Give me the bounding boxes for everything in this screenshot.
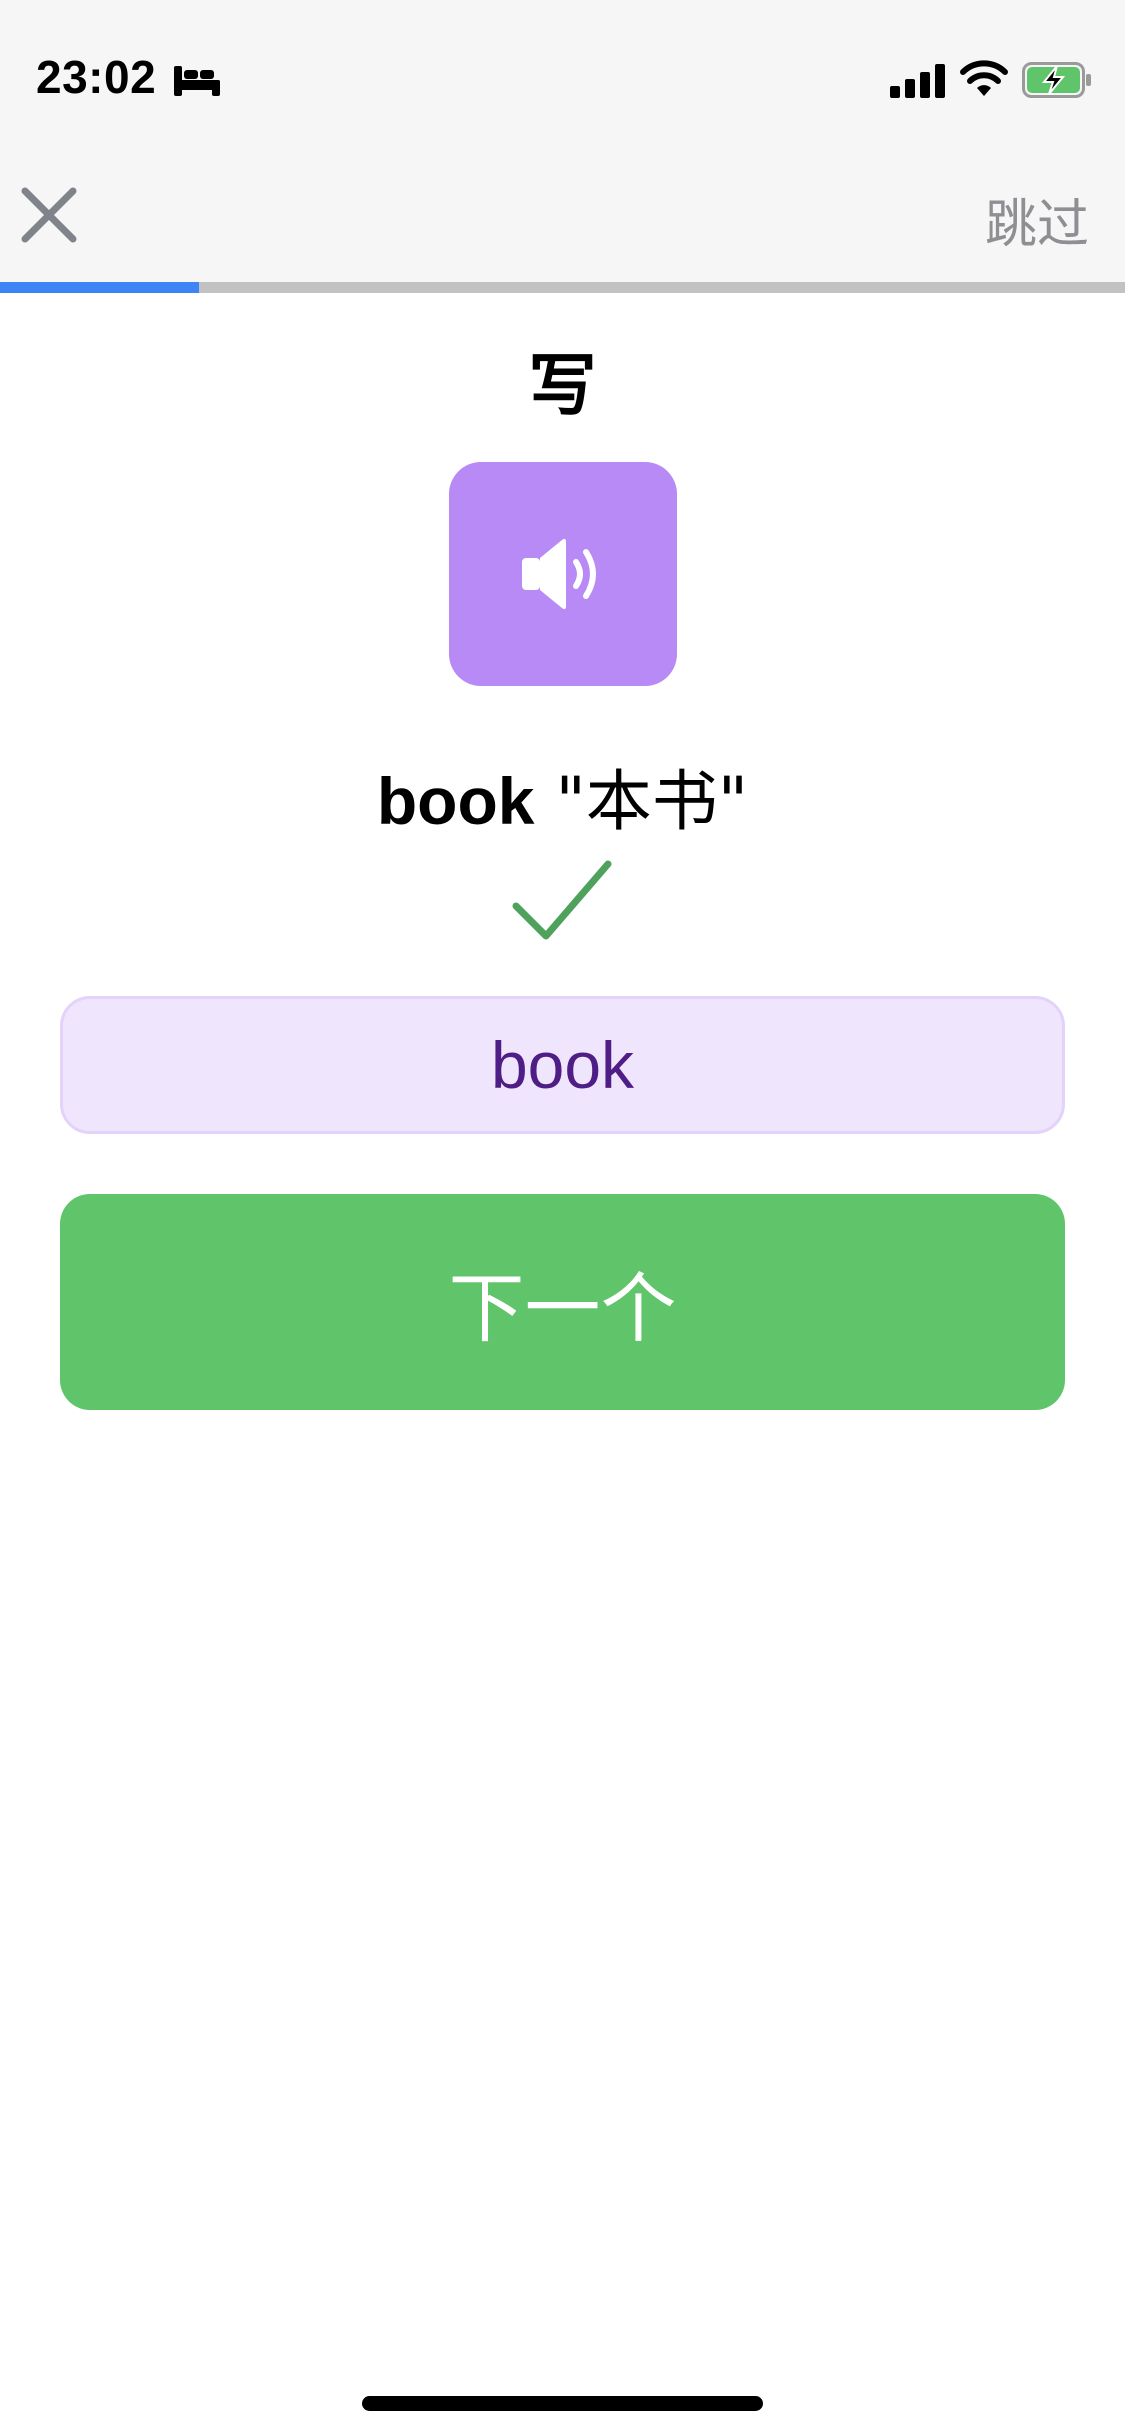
word-translation: "本书" [555,763,749,840]
bed-icon [174,66,220,96]
target-word: book [376,764,535,838]
next-button[interactable]: 下一个 [60,1194,1065,1410]
exercise-mode-title: 写 [528,347,597,426]
progress-bar [0,282,1125,293]
status-time: 23:02 [36,51,157,103]
word-prompt: book "本书" [0,748,1125,844]
cellular-signal-icon [890,64,945,98]
answer-field: book [60,996,1065,1134]
play-audio-button[interactable] [449,462,677,686]
skip-button[interactable]: 跳过 [985,182,1089,257]
speaker-icon [522,538,596,610]
home-indicator[interactable] [362,2396,763,2411]
progress-fill [0,282,200,293]
top-area: 23:02 跳过 [0,0,1125,284]
close-button[interactable] [14,180,84,250]
nav-header: 跳过 [0,150,1125,284]
status-bar: 23:02 [0,0,1125,150]
screen: 23:02 跳过 写 book "本书" book 下一个 [0,0,1125,2436]
wifi-icon [960,60,1008,96]
close-icon [21,187,77,243]
checkmark-icon [512,860,612,940]
battery-charging-icon [1022,62,1091,98]
